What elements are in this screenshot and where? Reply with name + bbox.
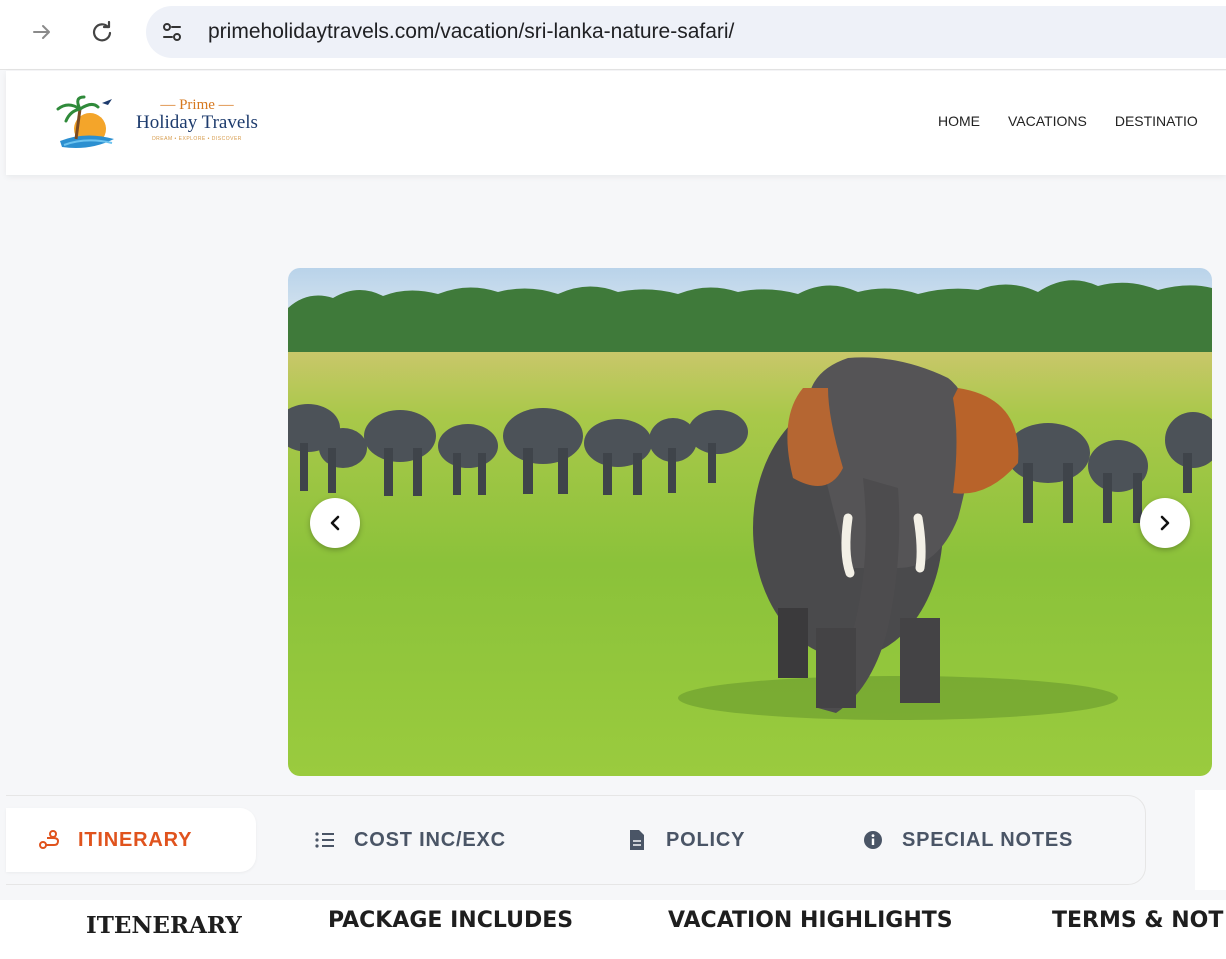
chevron-right-icon bbox=[1160, 515, 1170, 531]
tab-cost-inc-exc[interactable]: COST INC/EXC bbox=[314, 808, 506, 872]
slider-next-button[interactable] bbox=[1140, 498, 1190, 548]
logo-tagline: DREAM • EXPLORE • DISCOVER bbox=[152, 136, 242, 142]
site-logo[interactable]: — Prime — Holiday Travels DREAM • EXPLOR… bbox=[50, 91, 280, 155]
chevron-left-icon bbox=[330, 515, 340, 531]
palm-beach-logo-icon bbox=[56, 95, 114, 148]
address-bar[interactable]: primeholidaytravels.com/vacation/sri-lan… bbox=[146, 6, 1226, 58]
tune-icon bbox=[163, 23, 181, 41]
tab-special-notes[interactable]: SPECIAL NOTES bbox=[862, 808, 1073, 872]
nav-vacations[interactable]: VACATIONS bbox=[1008, 113, 1087, 129]
vacation-tabs: ITINERARY COST INC/EXC POLICY SPECIAL NO… bbox=[6, 795, 1146, 885]
tab-itinerary[interactable]: ITINERARY bbox=[6, 808, 256, 872]
elephant-safari-photo bbox=[288, 268, 1212, 776]
hero-slider-image bbox=[288, 268, 1212, 776]
main-navigation: HOME VACATIONS DESTINATIO bbox=[938, 113, 1226, 129]
list-icon bbox=[314, 829, 336, 851]
site-header: — Prime — Holiday Travels DREAM • EXPLOR… bbox=[6, 71, 1226, 175]
tab-special-notes-label: SPECIAL NOTES bbox=[902, 828, 1074, 851]
heading-vacation-highlights: VACATION HIGHLIGHTS bbox=[668, 908, 953, 933]
slider-prev-button[interactable] bbox=[310, 498, 360, 548]
tab-cost-label: COST INC/EXC bbox=[354, 828, 506, 851]
route-icon bbox=[38, 829, 60, 851]
site-info-button[interactable] bbox=[156, 16, 188, 48]
browser-toolbar: primeholidaytravels.com/vacation/sri-lan… bbox=[0, 0, 1226, 70]
heading-itinerary: ITENERARY bbox=[86, 912, 242, 939]
document-icon bbox=[626, 829, 648, 851]
info-icon bbox=[862, 829, 884, 851]
logo-wordmark: — Prime — Holiday Travels DREAM • EXPLOR… bbox=[122, 97, 272, 142]
forward-button[interactable] bbox=[26, 16, 58, 48]
reload-icon bbox=[92, 21, 112, 42]
nav-destinations[interactable]: DESTINATIO bbox=[1115, 113, 1198, 129]
reload-button[interactable] bbox=[86, 16, 118, 48]
heading-package-includes: PACKAGE INCLUDES bbox=[328, 908, 574, 933]
tab-itinerary-label: ITINERARY bbox=[78, 828, 193, 851]
tab-policy-label: POLICY bbox=[666, 828, 746, 851]
section-headings: ITENERARY PACKAGE INCLUDES VACATION HIGH… bbox=[0, 900, 1226, 959]
logo-name-text: Holiday Travels bbox=[136, 112, 258, 133]
content-panel-edge bbox=[1195, 790, 1226, 890]
tab-policy[interactable]: POLICY bbox=[626, 808, 745, 872]
url-text[interactable]: primeholidaytravels.com/vacation/sri-lan… bbox=[208, 20, 734, 44]
heading-terms-notes: TERMS & NOT bbox=[1052, 908, 1224, 933]
nav-home[interactable]: HOME bbox=[938, 113, 980, 129]
arrow-right-icon bbox=[33, 25, 50, 39]
